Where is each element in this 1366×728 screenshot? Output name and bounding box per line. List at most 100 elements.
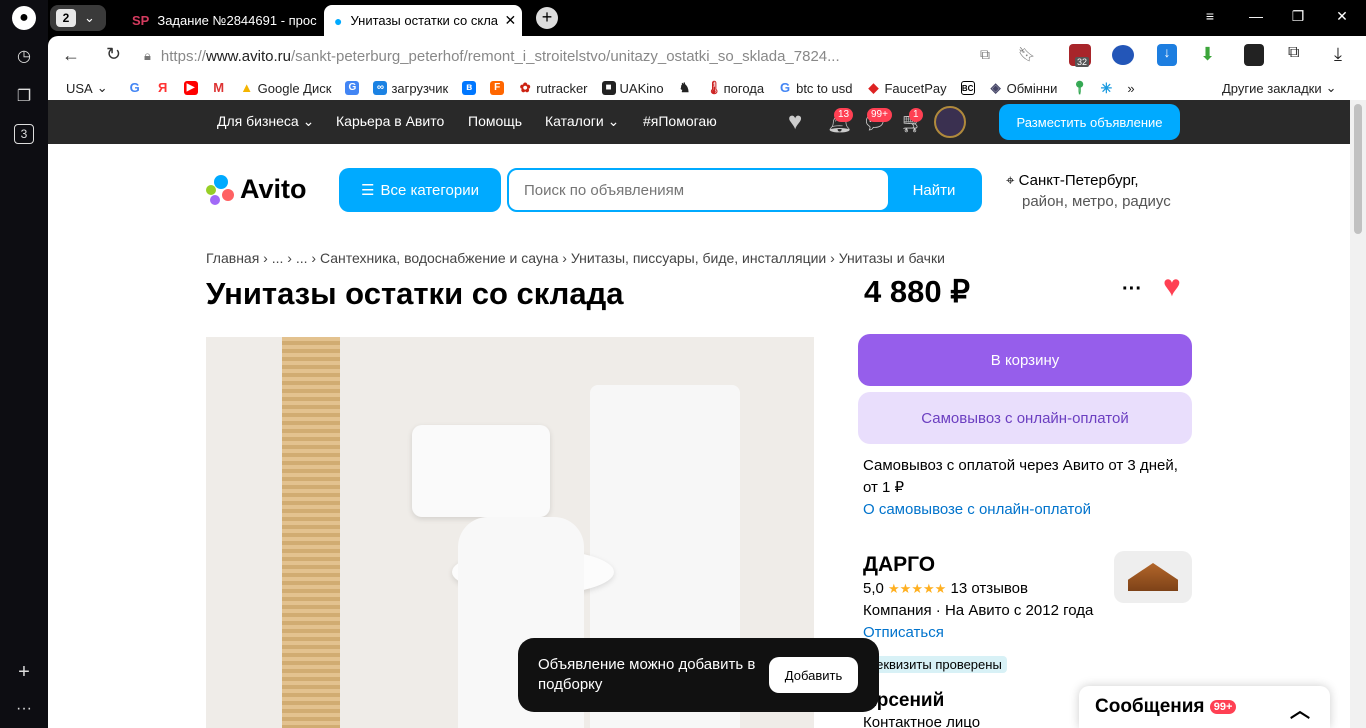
pickup-info: Самовывоз с оплатой через Авито от 3 дне… <box>863 455 1183 521</box>
menu-icon[interactable]: ≡ <box>1200 8 1220 24</box>
url-text[interactable]: https://www.avito.ru/sankt-peterburg_pet… <box>161 48 840 65</box>
browser-side-rail: ● ◷ ❐ 3 + ··· <box>0 0 48 728</box>
bookmark-f[interactable]: F <box>490 81 505 95</box>
bookmark-rutracker[interactable]: ✿ rutracker <box>518 81 588 96</box>
close-tab-icon[interactable]: ✕ <box>504 12 516 29</box>
pickup-online-button[interactable]: Самовывоз с онлайн-оплатой <box>858 392 1192 444</box>
reader-icon[interactable]: ⧉ <box>980 46 990 63</box>
restore-icon[interactable]: ❐ <box>1288 8 1308 25</box>
nav-career[interactable]: Карьера в Авито <box>336 113 444 129</box>
bookmark-yandex[interactable]: Я <box>156 81 170 95</box>
seller-avatar[interactable] <box>1114 551 1192 603</box>
add-to-collection-toast: Объявление можно добавить в подборку Доб… <box>518 638 879 712</box>
bookmark-zagruzchik[interactable]: ∞ загрузчик <box>373 81 448 96</box>
tab-zadanie[interactable]: SP Задание №2844691 - прос <box>122 5 318 36</box>
messages-label: Сообщения <box>1095 696 1205 717</box>
louvered-door-image <box>282 337 340 728</box>
notifications-badge: 13 <box>834 108 854 122</box>
pickup-info-link[interactable]: О самовывозе с онлайн-оплатой <box>863 499 1183 521</box>
bookmark-vk[interactable]: в <box>462 81 477 95</box>
breadcrumb-home[interactable]: Главная <box>206 250 259 266</box>
bookmark-translate[interactable]: G <box>345 81 360 95</box>
bookmark-usa[interactable]: USA ⌄ <box>66 80 108 96</box>
more-icon[interactable]: ··· <box>12 697 36 721</box>
location-selector[interactable]: ⌖ Санкт-Петербург, район, метро, радиус <box>1006 170 1171 212</box>
nav-help[interactable]: Помощь <box>468 113 522 129</box>
extensions-icon[interactable]: ⧉ <box>1288 44 1299 62</box>
bookmark-youtube[interactable]: ▶ <box>183 81 198 95</box>
close-window-icon[interactable]: ✕ <box>1332 8 1352 25</box>
extension-2-icon[interactable] <box>1244 44 1264 66</box>
bookmark-uakino[interactable]: ■ UAKino <box>601 81 664 96</box>
nav-catalogs[interactable]: Каталоги ⌄ <box>545 113 619 130</box>
bookmark-other[interactable]: Другие закладки ⌄ <box>1222 80 1337 96</box>
tab-counter-icon[interactable]: 3 <box>14 124 34 144</box>
profile-icon[interactable]: ● <box>12 6 36 30</box>
scrollbar[interactable] <box>1350 100 1366 728</box>
avatar[interactable] <box>934 106 966 138</box>
download-icon[interactable]: ⤓ <box>1334 44 1342 65</box>
toast-add-button[interactable]: Добавить <box>769 657 858 693</box>
bookmark-google[interactable]: G <box>128 81 142 95</box>
bookmark-icon[interactable]: 🔖︎ <box>1018 46 1036 63</box>
bookmark-star[interactable]: ✳ <box>1099 81 1113 95</box>
chevron-up-icon[interactable]: ︿ <box>1290 694 1310 723</box>
nav-ya-pomogayu[interactable]: #яПомогаю <box>643 113 717 129</box>
messages-panel[interactable]: Сообщения 99+ ︿ <box>1079 686 1330 728</box>
rating-stars-icon: ★★★★★ <box>888 581 947 596</box>
bookmark-chess[interactable]: ♞ <box>678 81 692 95</box>
downloader-extension-icon[interactable]: ⬇ <box>1200 44 1215 65</box>
tab-avito[interactable]: ● Унитазы остатки со скла ✕ <box>324 5 522 36</box>
cart-badge: 1 <box>909 108 923 122</box>
bookmarks-overflow-icon[interactable]: » <box>1127 81 1134 96</box>
breadcrumb-item[interactable]: ... <box>272 250 284 266</box>
bookmark-gmail[interactable]: M <box>212 81 226 95</box>
breadcrumb-item[interactable]: Сантехника, водоснабжение и сауна <box>320 250 558 266</box>
extension-icon[interactable]: 32 <box>1069 44 1091 67</box>
avito-favicon-icon: ● <box>334 12 343 29</box>
reload-icon[interactable]: ↻ <box>106 44 121 65</box>
minimize-icon[interactable]: — <box>1246 8 1266 24</box>
collections-icon[interactable]: ❐ <box>12 84 36 108</box>
more-options-icon[interactable]: ··· <box>1122 278 1142 301</box>
add-to-cart-button[interactable]: В корзину <box>858 334 1192 386</box>
post-ad-button[interactable]: Разместить объявление <box>999 104 1180 140</box>
new-tab-button[interactable]: + <box>536 7 558 29</box>
tab-group-button[interactable]: 2 ⌄ <box>50 5 106 31</box>
bookmark-pogoda[interactable]: 🌡︎ погода <box>706 81 765 96</box>
search-input[interactable] <box>509 170 888 210</box>
tab-bar: 2 ⌄ SP Задание №2844691 - прос ● Унитазы… <box>48 0 1366 36</box>
download-extension-icon[interactable]: ↓ <box>1157 44 1177 66</box>
favorites-heart-icon[interactable]: ♥ <box>788 108 802 136</box>
toast-text: Объявление можно добавить в подборку <box>538 656 756 693</box>
breadcrumb-item[interactable]: Унитазы и бачки <box>839 250 945 266</box>
all-categories-button[interactable]: ☰ Все категории <box>339 168 501 212</box>
avito-logo[interactable]: Avito <box>206 174 307 205</box>
messages-badge: 99+ <box>867 108 892 122</box>
breadcrumb-item[interactable]: ... <box>296 250 308 266</box>
messages-panel-badge: 99+ <box>1209 700 1237 714</box>
lock-icon: 🔒︎ <box>144 48 151 63</box>
url-field[interactable]: 🔒︎ https://www.avito.ru/sankt-peterburg_… <box>144 40 1144 72</box>
add-panel-icon[interactable]: + <box>12 660 36 684</box>
seller-reviews[interactable]: 13 отзывов <box>950 580 1028 597</box>
nav-business[interactable]: Для бизнеса ⌄ <box>217 113 314 130</box>
back-icon[interactable]: ← <box>62 45 80 66</box>
search-button[interactable]: Найти <box>888 170 980 210</box>
tab-group-count: 2 <box>56 9 76 27</box>
bookmark-bc[interactable]: BC <box>960 81 975 95</box>
sp-favicon-icon: SP <box>132 13 150 28</box>
breadcrumb: Главная › ... › ... › Сантехника, водосн… <box>206 250 945 266</box>
bookmark-btc[interactable]: Gbtc to usd <box>778 81 852 96</box>
scrollbar-thumb[interactable] <box>1354 104 1362 234</box>
bookmark-faucetpay[interactable]: ◆ FaucetPay <box>866 81 946 96</box>
history-icon[interactable]: ◷ <box>12 44 36 68</box>
bookmark-obminny[interactable]: ◈ Обмінни <box>989 81 1058 96</box>
bookmark-maps[interactable]: 📍︎ <box>1071 81 1088 95</box>
unsubscribe-link[interactable]: Отписаться <box>863 622 1193 644</box>
bookmark-google-drive[interactable]: ▲ Google Диск <box>240 81 331 96</box>
location-pin-icon: ⌖ <box>1006 172 1015 189</box>
vpn-extension-icon[interactable] <box>1112 45 1134 65</box>
breadcrumb-item[interactable]: Унитазы, писсуары, биде, инсталляции <box>571 250 826 266</box>
favorite-heart-icon[interactable]: ♥ <box>1163 270 1181 304</box>
